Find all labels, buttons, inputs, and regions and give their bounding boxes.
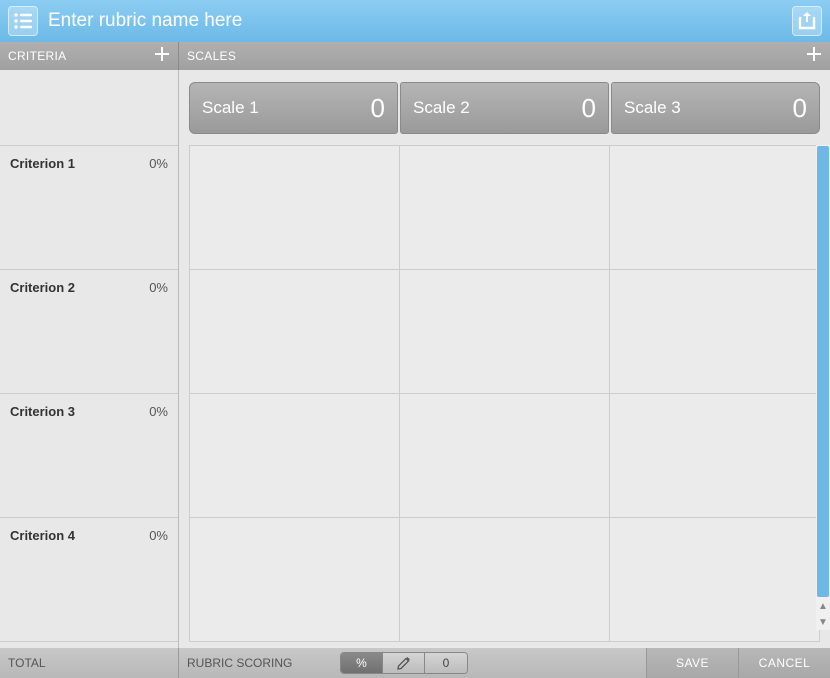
- scale-value: 0: [793, 93, 807, 124]
- scoring-edit-button[interactable]: [383, 653, 425, 673]
- grid-cell[interactable]: [609, 518, 820, 641]
- grid-row: [189, 145, 820, 270]
- scales-header-row: Scale 1 0 Scale 2 0 Scale 3 0: [179, 70, 830, 145]
- grid-cell[interactable]: [189, 146, 400, 269]
- criterion-name: Criterion 4: [10, 528, 75, 543]
- scale-header[interactable]: Scale 3 0: [611, 82, 820, 134]
- grid-cell[interactable]: [399, 394, 610, 517]
- menu-icon: [13, 13, 33, 29]
- scale-value: 0: [371, 93, 385, 124]
- criterion-row[interactable]: Criterion 2 0%: [0, 269, 178, 394]
- top-bar: Enter rubric name here: [0, 0, 830, 42]
- body: Criterion 1 0% Criterion 2 0% Criterion …: [0, 70, 830, 648]
- grid-cell[interactable]: [189, 270, 400, 393]
- scales-header: SCALES: [178, 42, 830, 70]
- criterion-percent: 0%: [149, 404, 168, 419]
- criterion-row[interactable]: Criterion 4 0%: [0, 517, 178, 642]
- criteria-spacer: [0, 70, 178, 145]
- grid-area: [179, 145, 830, 648]
- plus-icon: [806, 46, 822, 62]
- scroll-thumb[interactable]: [817, 146, 829, 597]
- scale-header[interactable]: Scale 1 0: [189, 82, 398, 134]
- grid-cell[interactable]: [399, 270, 610, 393]
- footer-total: TOTAL: [0, 648, 178, 678]
- grid-cell[interactable]: [189, 518, 400, 641]
- criteria-header-label: CRITERIA: [8, 49, 66, 63]
- scoring-label: RUBRIC SCORING: [187, 656, 292, 670]
- scroll-up-arrow[interactable]: ▲: [816, 598, 830, 614]
- save-button[interactable]: SAVE: [646, 648, 738, 678]
- plus-icon: [154, 46, 170, 62]
- scale-name: Scale 2: [413, 98, 470, 118]
- share-button[interactable]: [792, 6, 822, 36]
- scoring-percent-button[interactable]: %: [341, 653, 383, 673]
- scoring-toggle-group: % 0: [340, 652, 468, 674]
- cancel-button[interactable]: CANCEL: [738, 648, 830, 678]
- menu-button[interactable]: [8, 6, 38, 36]
- criterion-row[interactable]: Criterion 3 0%: [0, 393, 178, 518]
- grid-cell[interactable]: [399, 146, 610, 269]
- grid-row: [189, 269, 820, 394]
- grid-row: [189, 393, 820, 518]
- vertical-scrollbar[interactable]: ▲ ▼: [816, 145, 830, 630]
- criteria-header: CRITERIA: [0, 42, 178, 70]
- scoring-count-button[interactable]: 0: [425, 653, 467, 673]
- add-criterion-button[interactable]: [154, 46, 170, 66]
- grid-cell[interactable]: [399, 518, 610, 641]
- share-icon: [797, 12, 817, 30]
- criterion-percent: 0%: [149, 528, 168, 543]
- criterion-row[interactable]: Criterion 1 0%: [0, 145, 178, 270]
- rubric-name-input[interactable]: Enter rubric name here: [48, 10, 792, 32]
- criterion-name: Criterion 2: [10, 280, 75, 295]
- scales-header-label: SCALES: [187, 49, 236, 63]
- grid-cell[interactable]: [609, 270, 820, 393]
- scales-column: Scale 1 0 Scale 2 0 Scale 3 0: [178, 70, 830, 648]
- scale-value: 0: [582, 93, 596, 124]
- criterion-name: Criterion 1: [10, 156, 75, 171]
- criterion-percent: 0%: [149, 280, 168, 295]
- footer: TOTAL RUBRIC SCORING % 0 SAVE CANCEL: [0, 648, 830, 678]
- criterion-percent: 0%: [149, 156, 168, 171]
- grid-row: [189, 517, 820, 642]
- add-scale-button[interactable]: [806, 46, 822, 66]
- total-label: TOTAL: [8, 656, 46, 670]
- scroll-down-arrow[interactable]: ▼: [816, 614, 830, 630]
- scale-header[interactable]: Scale 2 0: [400, 82, 609, 134]
- grid-cell[interactable]: [189, 394, 400, 517]
- sub-header: CRITERIA SCALES: [0, 42, 830, 70]
- scale-name: Scale 1: [202, 98, 259, 118]
- grid-cell[interactable]: [609, 394, 820, 517]
- criterion-name: Criterion 3: [10, 404, 75, 419]
- edit-icon: [397, 656, 411, 670]
- scale-name: Scale 3: [624, 98, 681, 118]
- criteria-column: Criterion 1 0% Criterion 2 0% Criterion …: [0, 70, 178, 648]
- footer-actions: SAVE CANCEL: [646, 648, 830, 678]
- footer-scoring: RUBRIC SCORING % 0: [178, 648, 646, 678]
- grid-cell[interactable]: [609, 146, 820, 269]
